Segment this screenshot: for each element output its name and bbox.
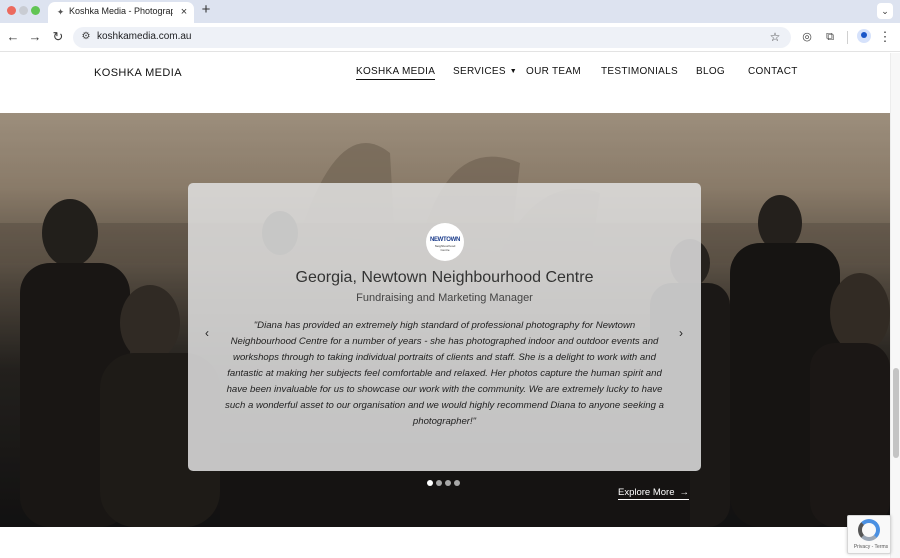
- nav-item-services-label: SERVICES: [453, 66, 506, 77]
- close-window-button[interactable]: [7, 6, 16, 15]
- screenshot-camera-icon[interactable]: ◎: [799, 29, 815, 45]
- back-arrow-icon[interactable]: ←: [5, 29, 21, 45]
- bookmark-star-icon[interactable]: ☆: [768, 29, 782, 45]
- testimonial-role: Fundraising and Marketing Manager: [356, 292, 533, 304]
- reload-icon[interactable]: ↻: [50, 29, 66, 45]
- testimonial-quote: "Diana has provided an extremely high st…: [225, 320, 664, 427]
- maximize-window-button[interactable]: [31, 6, 40, 15]
- carousel-dot[interactable]: [436, 480, 442, 486]
- tab-search-dropdown-icon[interactable]: ⌄: [877, 3, 893, 19]
- recaptcha-links[interactable]: Privacy - Terms: [851, 544, 891, 550]
- toolbar-divider: [847, 31, 848, 44]
- extensions-puzzle-icon[interactable]: ⧉: [822, 29, 838, 45]
- scrollbar-thumb[interactable]: [893, 368, 899, 458]
- explore-more-label: Explore More: [618, 487, 675, 498]
- testimonial-author: Georgia, Newtown Neighbourhood Centre: [295, 269, 594, 286]
- explore-more-link[interactable]: Explore More →: [618, 487, 689, 500]
- carousel-dot[interactable]: [445, 480, 451, 486]
- hero-testimonial-section: NEWTOWN Neighbourhood Centre Georgia, Ne…: [0, 113, 890, 527]
- page-scrollbar[interactable]: [890, 53, 900, 558]
- site-logo[interactable]: KOSHKA MEDIA: [94, 67, 182, 79]
- address-bar[interactable]: ⚙ koshkamedia.com.au ☆: [73, 27, 791, 48]
- arrow-right-icon: →: [679, 487, 690, 498]
- minimize-window-button[interactable]: [19, 6, 28, 15]
- forward-arrow-icon[interactable]: →: [27, 29, 43, 45]
- testimonial-card: NEWTOWN Neighbourhood Centre Georgia, Ne…: [188, 183, 701, 471]
- web-page: KOSHKA MEDIA KOSHKA MEDIA SERVICES ▼ OUR …: [0, 53, 890, 558]
- nav-item-blog[interactable]: BLOG: [696, 66, 725, 77]
- browser-tab-active[interactable]: ✦ Koshka Media - Photography ×: [48, 2, 194, 23]
- url-text[interactable]: koshkamedia.com.au: [97, 31, 192, 42]
- tab-title: Koshka Media - Photography: [69, 6, 173, 16]
- recaptcha-badge[interactable]: Privacy - Terms: [847, 515, 891, 554]
- chevron-right-icon[interactable]: ›: [674, 325, 688, 341]
- chevron-left-icon[interactable]: ‹: [200, 325, 214, 341]
- caret-down-icon: ▼: [509, 68, 518, 75]
- carousel-dot[interactable]: [454, 480, 460, 486]
- nav-item-koshka-media[interactable]: KOSHKA MEDIA: [356, 66, 436, 80]
- nav-item-our-team[interactable]: OUR TEAM: [526, 66, 581, 77]
- site-info-icon[interactable]: ⚙: [80, 30, 92, 44]
- browser-menu-icon[interactable]: ⋮: [877, 29, 893, 45]
- new-tab-button[interactable]: +: [199, 2, 213, 18]
- recaptcha-icon: [858, 519, 880, 541]
- browser-toolbar: ← → ↻ ⚙ koshkamedia.com.au ☆ ◎ ⧉ ⋮: [0, 23, 900, 52]
- browser-tab-bar: ✦ Koshka Media - Photography × + ⌄: [0, 0, 900, 23]
- nav-item-services[interactable]: SERVICES ▼: [453, 66, 517, 77]
- client-logo-text: NEWTOWN: [429, 237, 461, 243]
- tab-close-icon[interactable]: ×: [178, 5, 190, 19]
- nav-item-contact[interactable]: CONTACT: [748, 66, 798, 77]
- client-logo-subtext: Neighbourhood Centre: [434, 244, 456, 252]
- client-logo: NEWTOWN Neighbourhood Centre: [426, 223, 464, 261]
- site-favicon-icon: ✦: [56, 7, 65, 17]
- nav-item-testimonials[interactable]: TESTIMONIALS: [601, 66, 678, 77]
- carousel-dot[interactable]: [427, 480, 433, 486]
- profile-avatar-icon[interactable]: [857, 29, 871, 43]
